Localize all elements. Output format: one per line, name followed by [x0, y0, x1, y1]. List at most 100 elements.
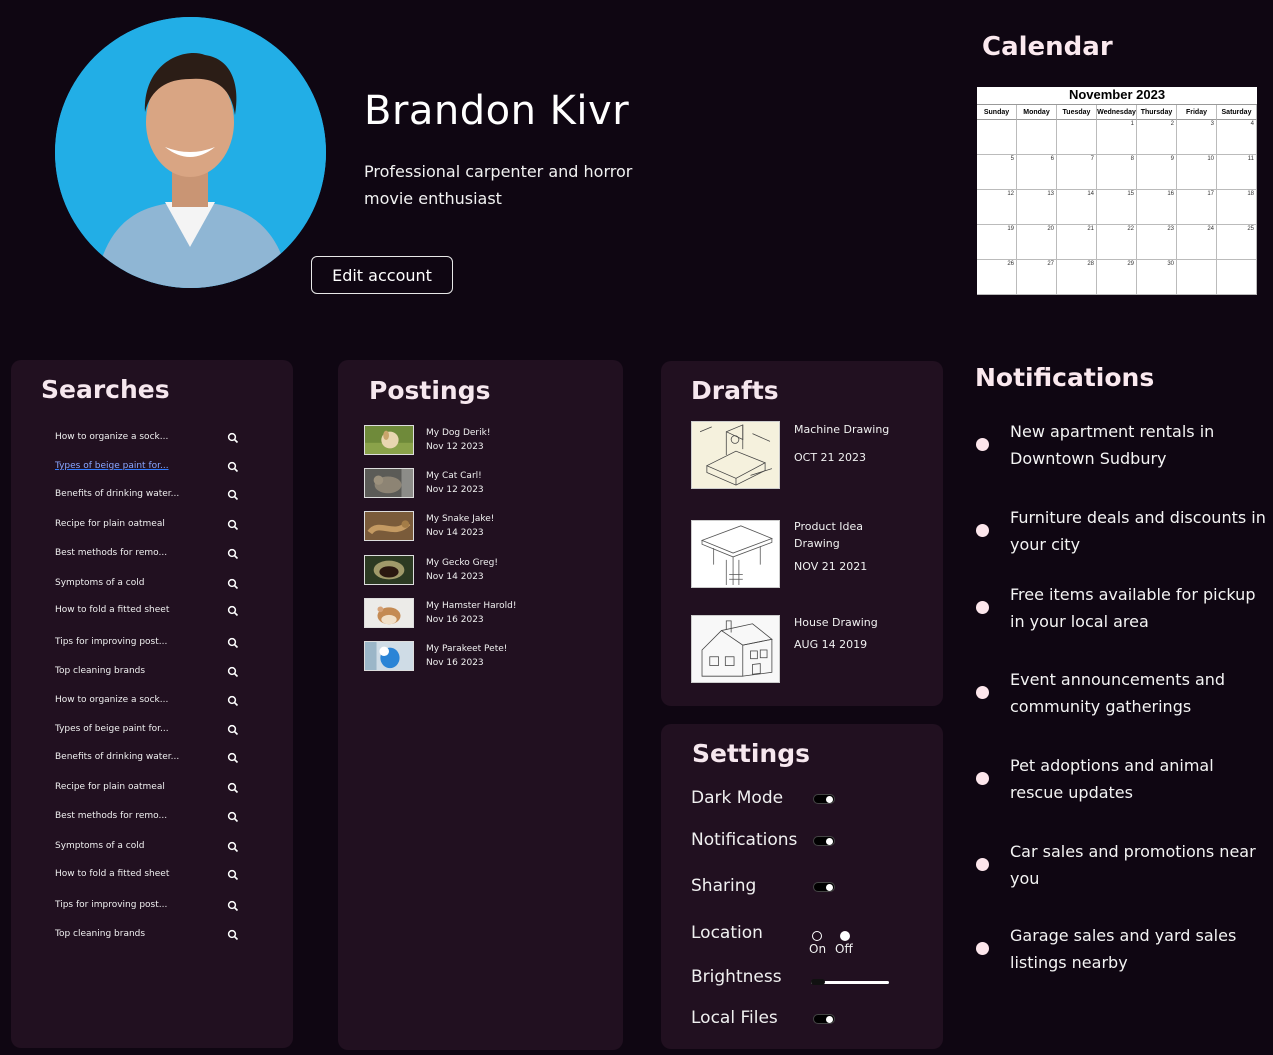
calendar-day[interactable]: 24: [1177, 225, 1217, 260]
search-history-item[interactable]: Tips for improving post...: [55, 637, 245, 651]
draft-item[interactable]: House Drawing AUG 14 2019: [691, 615, 931, 685]
search-history-item[interactable]: Symptoms of a cold: [55, 841, 245, 855]
edit-account-button[interactable]: Edit account: [311, 256, 453, 294]
search-icon[interactable]: [227, 841, 239, 853]
search-history-item[interactable]: How to fold a fitted sheet: [55, 605, 245, 619]
location-on-radio[interactable]: [812, 931, 822, 941]
draft-title: Machine Drawing: [794, 423, 890, 436]
calendar-day[interactable]: 18: [1217, 190, 1257, 225]
search-icon[interactable]: [227, 724, 239, 736]
location-off-label: Off: [835, 942, 853, 956]
draft-date: AUG 14 2019: [794, 638, 868, 651]
calendar-day[interactable]: 11: [1217, 155, 1257, 190]
search-history-item[interactable]: Types of beige paint for...: [55, 461, 245, 475]
location-off-radio[interactable]: [840, 931, 850, 941]
calendar-day[interactable]: 16: [1137, 190, 1177, 225]
posting-item[interactable]: My Dog Derik! Nov 12 2023: [364, 425, 584, 457]
calendar-day[interactable]: [1217, 260, 1257, 295]
calendar-day[interactable]: 17: [1177, 190, 1217, 225]
posting-item[interactable]: My Gecko Greg! Nov 14 2023: [364, 555, 584, 587]
calendar-day[interactable]: 15: [1097, 190, 1137, 225]
sharing-toggle[interactable]: [813, 882, 835, 892]
calendar-day[interactable]: 13: [1017, 190, 1057, 225]
calendar-day[interactable]: 25: [1217, 225, 1257, 260]
search-icon[interactable]: [227, 929, 239, 941]
calendar-day[interactable]: 21: [1057, 225, 1097, 260]
search-history-text: Tips for improving post...: [55, 637, 168, 647]
calendar-day[interactable]: 30: [1137, 260, 1177, 295]
search-history-item[interactable]: Types of beige paint for...: [55, 724, 245, 738]
calendar-day[interactable]: 8: [1097, 155, 1137, 190]
calendar-day[interactable]: [977, 120, 1017, 155]
search-history-item[interactable]: Top cleaning brands: [55, 929, 245, 943]
calendar-day[interactable]: 20: [1017, 225, 1057, 260]
dark-mode-toggle[interactable]: [813, 794, 835, 804]
posting-item[interactable]: My Parakeet Pete! Nov 16 2023: [364, 641, 584, 673]
calendar-day[interactable]: 19: [977, 225, 1017, 260]
search-icon[interactable]: [227, 900, 239, 912]
search-icon[interactable]: [227, 578, 239, 590]
calendar-day[interactable]: 4: [1217, 120, 1257, 155]
notification-bullet: [976, 772, 989, 785]
search-history-item[interactable]: Recipe for plain oatmeal: [55, 519, 245, 533]
search-history-item[interactable]: How to organize a sock...: [55, 695, 245, 709]
posting-item[interactable]: My Cat Carl! Nov 12 2023: [364, 468, 584, 500]
search-icon[interactable]: [227, 869, 239, 881]
search-history-item[interactable]: Tips for improving post...: [55, 900, 245, 914]
calendar-day[interactable]: 5: [977, 155, 1017, 190]
search-history-text: How to fold a fitted sheet: [55, 869, 170, 879]
search-icon[interactable]: [227, 548, 239, 560]
calendar-day[interactable]: 22: [1097, 225, 1137, 260]
calendar-day[interactable]: [1177, 260, 1217, 295]
calendar-day[interactable]: 26: [977, 260, 1017, 295]
search-history-item[interactable]: How to fold a fitted sheet: [55, 869, 245, 883]
calendar-day[interactable]: 12: [977, 190, 1017, 225]
search-history-item[interactable]: Best methods for remo...: [55, 548, 245, 562]
search-icon[interactable]: [227, 811, 239, 823]
posting-item[interactable]: My Snake Jake! Nov 14 2023: [364, 511, 584, 543]
search-icon[interactable]: [227, 432, 239, 444]
search-history-item[interactable]: Best methods for remo...: [55, 811, 245, 825]
notifications-toggle[interactable]: [813, 836, 835, 846]
local-files-toggle[interactable]: [813, 1014, 835, 1024]
search-history-item[interactable]: Symptoms of a cold: [55, 578, 245, 592]
search-icon[interactable]: [227, 782, 239, 794]
search-history-item[interactable]: Benefits of drinking water...: [55, 489, 245, 503]
calendar-day[interactable]: 10: [1177, 155, 1217, 190]
search-history-item[interactable]: Benefits of drinking water...: [55, 752, 245, 766]
calendar-day[interactable]: [1057, 120, 1097, 155]
calendar-day[interactable]: 23: [1137, 225, 1177, 260]
draft-item[interactable]: Product Idea Drawing NOV 21 2021: [691, 520, 931, 590]
calendar-day[interactable]: 3: [1177, 120, 1217, 155]
calendar-day[interactable]: 1: [1097, 120, 1137, 155]
search-history-item[interactable]: How to organize a sock...: [55, 432, 245, 446]
calendar-day[interactable]: 7: [1057, 155, 1097, 190]
search-icon[interactable]: [227, 461, 239, 473]
calendar-day[interactable]: 2: [1137, 120, 1177, 155]
search-icon[interactable]: [227, 489, 239, 501]
calendar-day[interactable]: 6: [1017, 155, 1057, 190]
draft-item[interactable]: Machine Drawing OCT 21 2023: [691, 421, 931, 491]
search-history-item[interactable]: Top cleaning brands: [55, 666, 245, 680]
search-icon[interactable]: [227, 752, 239, 764]
search-icon[interactable]: [227, 519, 239, 531]
product-idea-drawing-thumbnail: [691, 520, 780, 588]
search-icon[interactable]: [227, 666, 239, 678]
notification-bullet: [976, 686, 989, 699]
posting-title: My Parakeet Pete!: [426, 644, 508, 654]
brightness-slider-handle[interactable]: [811, 979, 825, 985]
search-icon[interactable]: [227, 605, 239, 617]
posting-item[interactable]: My Hamster Harold! Nov 16 2023: [364, 598, 584, 630]
brightness-label: Brightness: [691, 967, 782, 987]
draft-title: House Drawing: [794, 616, 878, 629]
search-history-item[interactable]: Recipe for plain oatmeal: [55, 782, 245, 796]
calendar-day[interactable]: 27: [1017, 260, 1057, 295]
calendar-day[interactable]: 14: [1057, 190, 1097, 225]
calendar-day[interactable]: 9: [1137, 155, 1177, 190]
draft-title: Product Idea Drawing: [794, 520, 863, 550]
calendar-day[interactable]: [1017, 120, 1057, 155]
search-icon[interactable]: [227, 695, 239, 707]
calendar-day[interactable]: 29: [1097, 260, 1137, 295]
calendar-day[interactable]: 28: [1057, 260, 1097, 295]
search-icon[interactable]: [227, 637, 239, 649]
